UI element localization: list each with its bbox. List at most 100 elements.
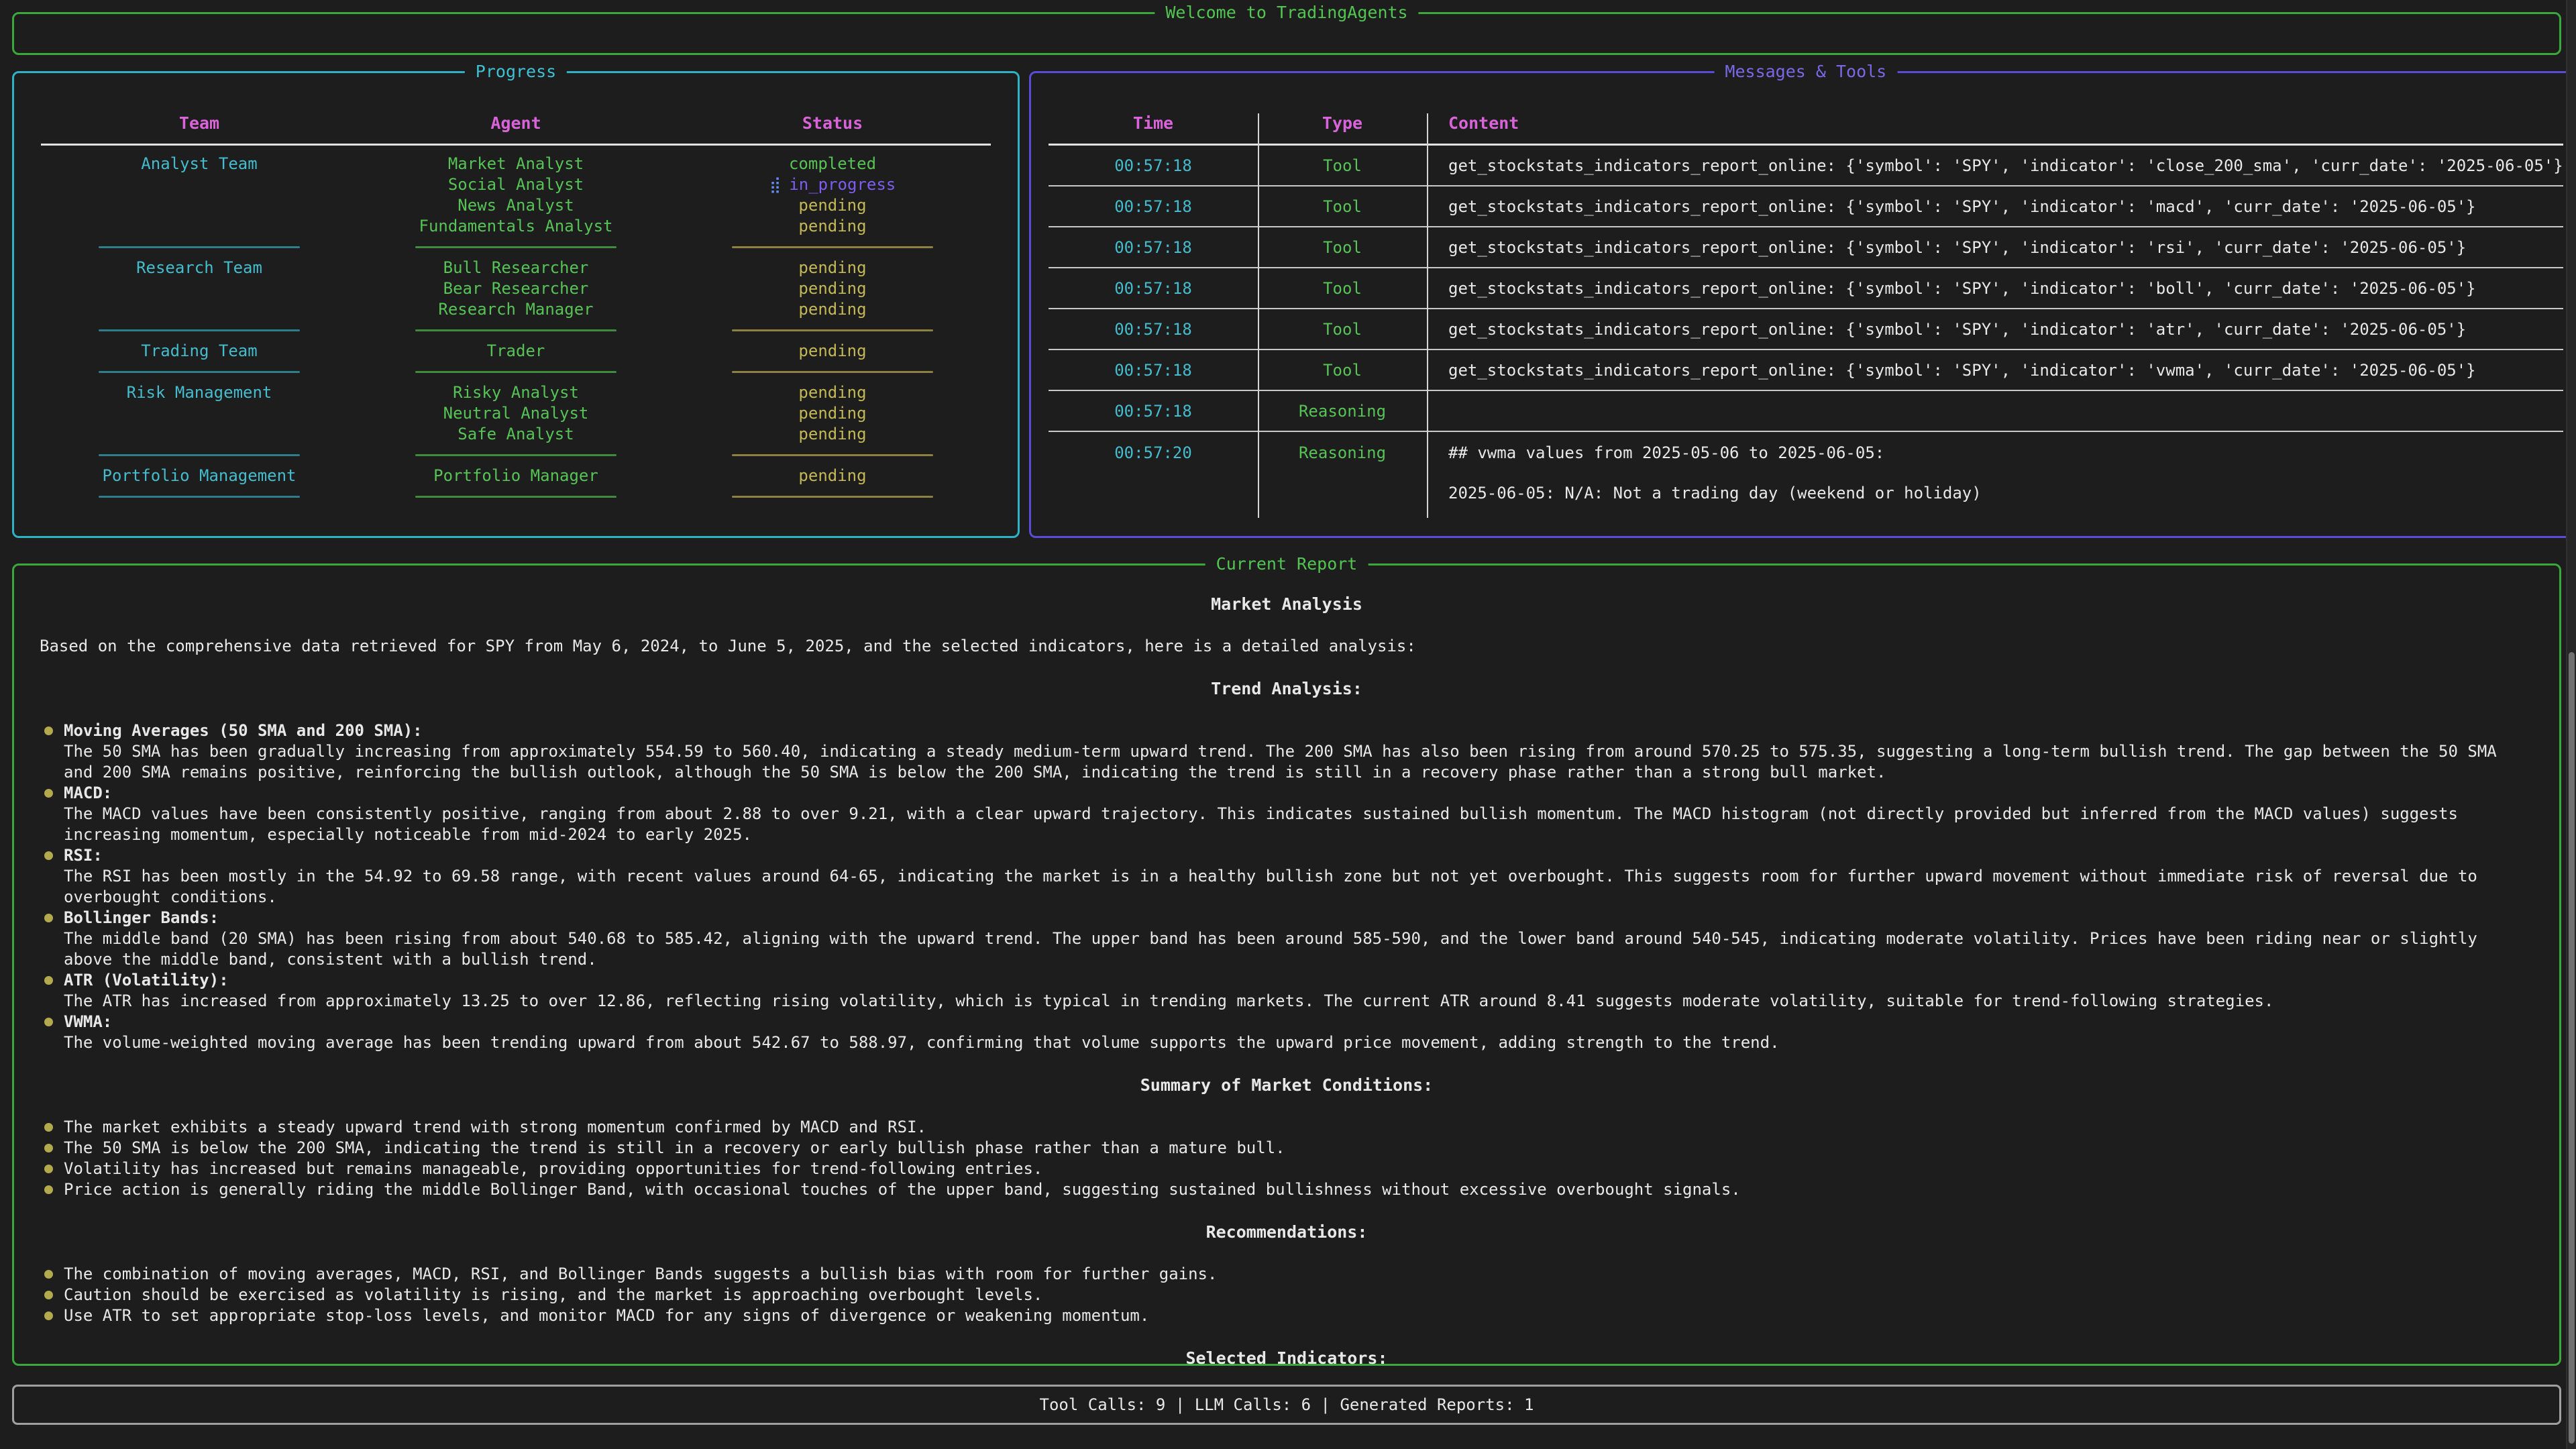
recommendations-list: The combination of moving averages, MACD… — [40, 1264, 2534, 1326]
bullet-term: VWMA: — [64, 1012, 2534, 1032]
message-type: Tool — [1258, 238, 1427, 257]
status-text: pending — [798, 279, 866, 298]
agent-status: pending — [674, 278, 991, 299]
bullet-term: Bollinger Bands: — [64, 908, 2534, 928]
progress-rows: Analyst TeamMarket AnalystSocial Analyst… — [41, 154, 991, 507]
team-name: Trading Team — [41, 341, 358, 362]
agent-status: pending — [674, 382, 991, 403]
scrollbar-thumb[interactable] — [2569, 652, 2575, 1444]
agent-status: completed — [674, 154, 991, 174]
team-cell: Portfolio Management — [41, 466, 358, 486]
separator-line — [732, 496, 933, 498]
message-type: Reasoning — [1258, 443, 1427, 463]
column-header-time: Time — [1049, 113, 1258, 133]
progress-group-row: Portfolio ManagementPortfolio Managerpen… — [41, 466, 991, 486]
agent-status: pending — [674, 341, 991, 362]
bullet-icon — [44, 1311, 53, 1320]
status-text: pending — [798, 404, 866, 423]
stats-summary: Tool Calls: 9 | LLM Calls: 6 | Generated… — [1040, 1395, 1534, 1414]
report-bullet-item: MACD:The MACD values have been consisten… — [40, 783, 2534, 845]
group-separator-row — [41, 237, 991, 258]
report-bullet-item: Use ATR to set appropriate stop-loss lev… — [40, 1305, 2534, 1326]
separator-line — [732, 371, 933, 373]
progress-group-row: Trading TeamTraderpending — [41, 341, 991, 362]
report-bullet-item: Price action is generally riding the mid… — [40, 1179, 2534, 1200]
agent-status: pending — [674, 403, 991, 424]
message-type: Tool — [1258, 361, 1427, 380]
separator-line — [99, 246, 300, 248]
report-panel-title: Current Report — [1205, 554, 1368, 574]
bullet-term: ATR (Volatility): — [64, 970, 2534, 991]
bullet-icon — [44, 1185, 53, 1194]
message-content-line: get_stockstats_indicators_report_online:… — [1448, 237, 2563, 258]
status-cell: pending — [674, 466, 991, 486]
separator-line — [415, 371, 616, 373]
separator-line — [732, 329, 933, 331]
bullet-icon — [44, 789, 53, 798]
message-row: 00:57:18Toolget_stockstats_indicators_re… — [1049, 309, 2563, 350]
separator-line — [732, 454, 933, 456]
separator-line — [99, 454, 300, 456]
message-time: 00:57:18 — [1049, 156, 1258, 175]
message-row: 00:57:18Toolget_stockstats_indicators_re… — [1049, 268, 2563, 309]
bullet-desc: The ATR has increased from approximately… — [64, 991, 2534, 1012]
message-content: get_stockstats_indicators_report_online:… — [1427, 319, 2563, 339]
message-content: get_stockstats_indicators_report_online:… — [1427, 360, 2563, 380]
message-type: Tool — [1258, 197, 1427, 216]
status-text: pending — [798, 300, 866, 319]
progress-panel: Progress Team Agent Status Analyst TeamM… — [12, 71, 1020, 538]
message-content: ## vwma values from 2025-05-06 to 2025-0… — [1427, 443, 2563, 503]
team-cell: Research Team — [41, 258, 358, 320]
agent-status: pending — [674, 299, 991, 320]
report-bullet-item: Caution should be exercised as volatilit… — [40, 1285, 2534, 1305]
status-text: pending — [798, 466, 866, 485]
separator-line — [99, 371, 300, 373]
agent-cell: Bull ResearcherBear ResearcherResearch M… — [358, 258, 674, 320]
trend-analysis-list: Moving Averages (50 SMA and 200 SMA): The… — [40, 720, 2534, 1053]
welcome-title: Welcome to TradingAgents — [1155, 3, 1418, 22]
status-cell: pendingpendingpending — [674, 382, 991, 445]
status-cell: pendingpendingpending — [674, 258, 991, 320]
bullet-desc: The MACD values have been consistently p… — [64, 804, 2534, 845]
bullet-icon — [44, 727, 53, 735]
agent-name: Market Analyst — [358, 154, 674, 174]
column-header-agent: Agent — [358, 113, 674, 133]
bullet-desc: The volume-weighted moving average has b… — [64, 1032, 2534, 1053]
team-cell: Trading Team — [41, 341, 358, 362]
stats-panel: Tool Calls: 9 | LLM Calls: 6 | Generated… — [12, 1385, 2561, 1425]
bullet-desc: The middle band (20 SMA) has been rising… — [64, 928, 2534, 970]
status-text: pending — [798, 217, 866, 235]
status-text: pending — [798, 196, 866, 215]
column-divider — [1258, 113, 1259, 518]
welcome-panel: Welcome to TradingAgents — [12, 12, 2561, 55]
separator-line — [732, 246, 933, 248]
column-header-content: Content — [1427, 113, 2563, 133]
bullet-icon — [44, 1291, 53, 1299]
message-content-line — [1448, 463, 2563, 483]
report-bullet-item: ATR (Volatility):The ATR has increased f… — [40, 970, 2534, 1012]
report-body: Market Analysis Based on the comprehensi… — [14, 566, 2559, 1368]
agent-name: Bull Researcher — [358, 258, 674, 278]
message-type: Tool — [1258, 156, 1427, 175]
agent-cell: Market AnalystSocial AnalystNews Analyst… — [358, 154, 674, 237]
scrollbar[interactable] — [2566, 0, 2576, 1449]
summary-list: The market exhibits a steady upward tren… — [40, 1117, 2534, 1200]
trend-analysis-heading: Trend Analysis: — [40, 678, 2534, 699]
report-heading: Market Analysis — [40, 594, 2534, 614]
separator-line — [99, 329, 300, 331]
agent-name: Neutral Analyst — [358, 403, 674, 424]
agent-cell: Risky AnalystNeutral AnalystSafe Analyst — [358, 382, 674, 445]
team-cell: Analyst Team — [41, 154, 358, 237]
selected-indicators-heading: Selected Indicators: — [40, 1348, 2534, 1368]
message-type: Reasoning — [1258, 402, 1427, 421]
message-content-line: get_stockstats_indicators_report_online:… — [1448, 278, 2563, 299]
bullet-term: Moving Averages (50 SMA and 200 SMA): — [64, 720, 2534, 741]
agent-name: Social Analyst — [358, 174, 674, 195]
bullet-icon — [44, 976, 53, 985]
bullet-term: RSI: — [64, 845, 2534, 866]
message-type: Tool — [1258, 279, 1427, 298]
message-content-line: get_stockstats_indicators_report_online:… — [1448, 319, 2563, 339]
progress-table-header: Team Agent Status — [41, 113, 991, 133]
separator-line — [415, 496, 616, 498]
agent-status: pending — [674, 258, 991, 278]
